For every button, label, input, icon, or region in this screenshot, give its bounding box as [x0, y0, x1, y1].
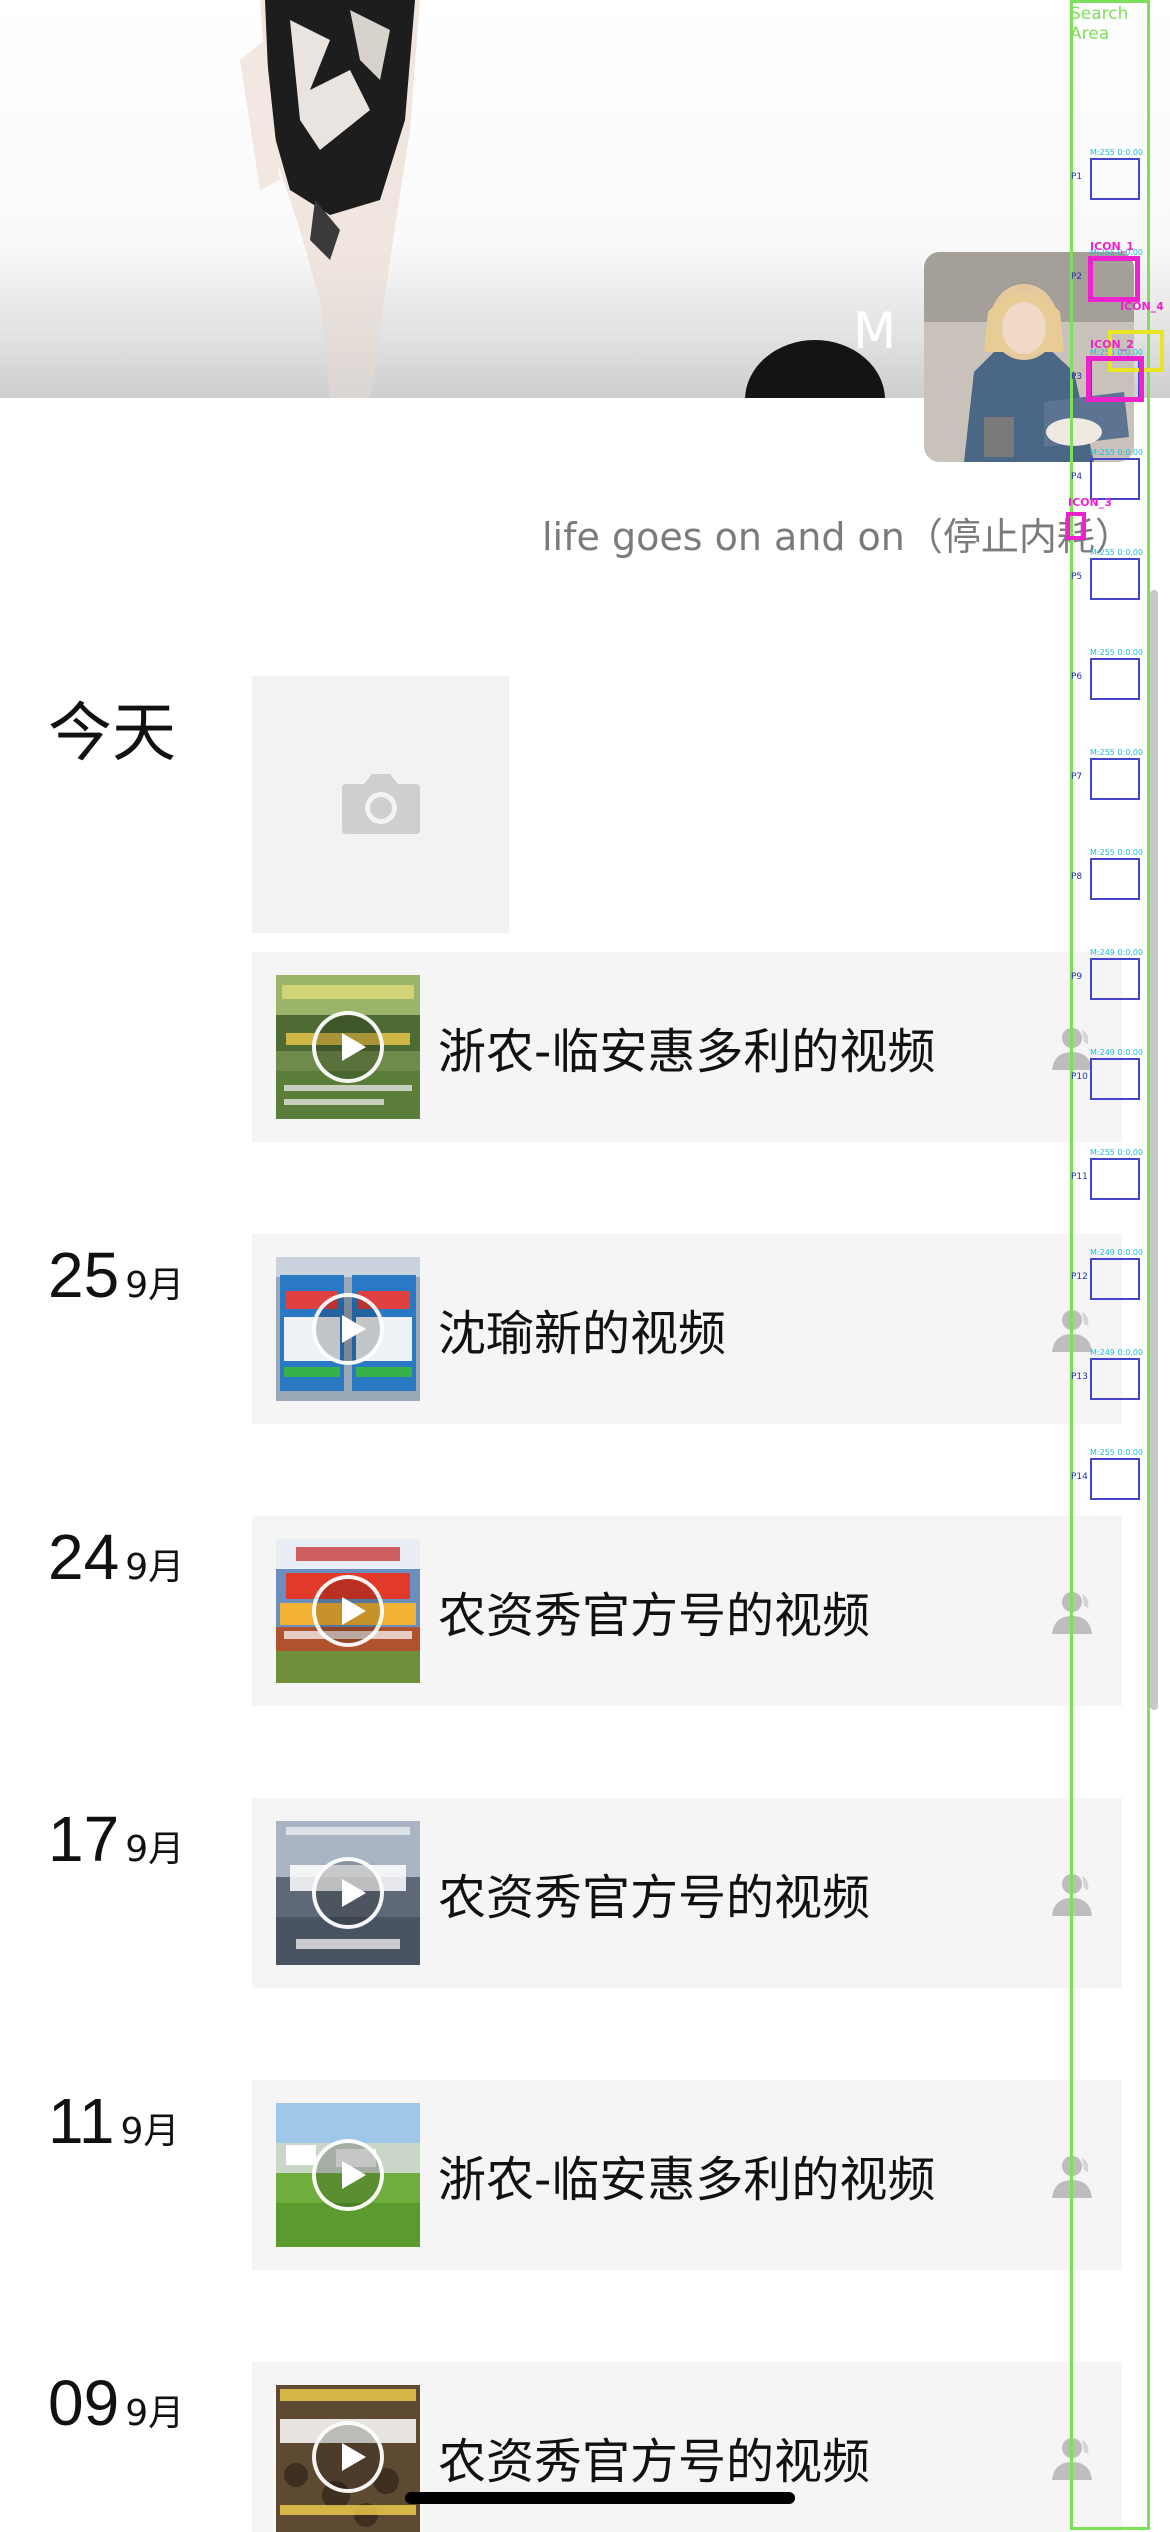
region-box — [1090, 458, 1140, 500]
region-metric: M:249 0:0.00 — [1090, 1248, 1144, 1257]
card-title: 农资秀官方号的视频 — [438, 1588, 871, 1644]
home-indicator[interactable] — [405, 2492, 795, 2504]
icon-detection-box — [1086, 356, 1144, 402]
region-box — [1090, 1258, 1140, 1300]
region-label: P11 — [1071, 1172, 1088, 1182]
video-thumbnail — [276, 975, 420, 1119]
video-thumbnail — [276, 1539, 420, 1683]
region-metric: M:249 0:0.00 — [1090, 1348, 1144, 1357]
profile-name[interactable]: M — [853, 302, 896, 360]
date-day: 24 — [48, 1521, 120, 1593]
region-metric: M:255 0:0.00 — [1090, 548, 1144, 557]
date-today: 今天 — [48, 697, 176, 771]
play-icon — [312, 1575, 384, 1647]
date-label: 09 9月 — [48, 2366, 184, 2440]
region-metric: M:255 0:0.00 — [1090, 648, 1144, 657]
region-metric: M:255 0:0.00 — [1090, 448, 1144, 457]
region-label: P9 — [1071, 972, 1083, 982]
date-month: 9月 — [125, 1547, 185, 1588]
region-metric: M:249 0:0.00 — [1090, 1048, 1144, 1057]
region-metric: M:249 0:0.00 — [1090, 948, 1144, 957]
feed-card-video[interactable]: 沈瑜新的视频 — [252, 1234, 1122, 1424]
icon-box-label: ICON_2 — [1090, 338, 1134, 351]
date-month: 9月 — [125, 1829, 185, 1870]
video-thumbnail — [276, 1257, 420, 1401]
card-title: 浙农-临安惠多利的视频 — [438, 2152, 936, 2208]
feed-card-video[interactable]: 农资秀官方号的视频 — [252, 1798, 1122, 1988]
region-label: P2 — [1071, 272, 1083, 282]
region-label: P13 — [1071, 1372, 1088, 1382]
video-thumbnail — [276, 2385, 420, 2532]
date-label: 11 9月 — [48, 2084, 179, 2158]
date-day: 09 — [48, 2367, 120, 2439]
region-box — [1090, 1458, 1140, 1500]
date-month: 9月 — [125, 1265, 185, 1306]
date-label: 17 9月 — [48, 1802, 184, 1876]
search-area-label: Search Area — [1070, 4, 1129, 44]
icon-box-label: ICON_4 — [1120, 300, 1164, 313]
region-label: P6 — [1071, 672, 1083, 682]
camera-icon — [342, 774, 420, 834]
play-icon — [312, 2139, 384, 2211]
region-box — [1090, 1358, 1140, 1400]
region-label: P3 — [1071, 372, 1083, 382]
feed-card-video[interactable]: 农资秀官方号的视频 — [252, 1516, 1122, 1706]
region-label: P8 — [1071, 872, 1083, 882]
icon-detection-box — [1066, 512, 1086, 540]
card-title: 浙农-临安惠多利的视频 — [438, 1024, 936, 1080]
feed-card-video[interactable]: 农资秀官方号的视频 — [252, 2362, 1122, 2532]
date-label: 25 9月 — [48, 1238, 184, 1312]
region-metric: M:255 0:0.00 — [1090, 848, 1144, 857]
region-box — [1090, 1058, 1140, 1100]
region-metric: M:255 0:0.00 — [1090, 1448, 1144, 1457]
date-month: 9月 — [125, 2393, 185, 2434]
video-thumbnail — [276, 2103, 420, 2247]
region-box — [1090, 858, 1140, 900]
region-box — [1090, 1158, 1140, 1200]
video-thumbnail — [276, 1821, 420, 1965]
profile-signature: life goes on and on（停止内耗） — [542, 515, 1133, 559]
date-day: 17 — [48, 1803, 120, 1875]
date-label: 24 9月 — [48, 1520, 184, 1594]
region-box — [1090, 658, 1140, 700]
region-label: P10 — [1071, 1072, 1088, 1082]
region-metric: M:255 0:0.00 — [1090, 148, 1144, 157]
date-day: 11 — [48, 2085, 115, 2157]
play-icon — [312, 1293, 384, 1365]
region-box — [1090, 758, 1140, 800]
icon-box-label: ICON_1 — [1090, 240, 1134, 253]
region-label: P4 — [1071, 472, 1083, 482]
play-icon — [312, 1011, 384, 1083]
card-title: 农资秀官方号的视频 — [438, 2434, 871, 2490]
date-day: 25 — [48, 1239, 120, 1311]
icon-detection-box — [1088, 256, 1140, 302]
play-icon — [312, 1857, 384, 1929]
region-label: P14 — [1071, 1472, 1088, 1482]
feed-card-video[interactable]: 浙农-临安惠多利的视频 — [252, 952, 1122, 1142]
region-label: P1 — [1071, 172, 1083, 182]
date-month: 9月 — [120, 2111, 180, 2152]
card-title: 沈瑜新的视频 — [438, 1306, 727, 1362]
feed-card-video[interactable]: 浙农-临安惠多利的视频 — [252, 2080, 1122, 2270]
region-box — [1090, 158, 1140, 200]
icon-box-label: ICON_3 — [1068, 496, 1112, 509]
region-box — [1090, 958, 1140, 1000]
scrollbar[interactable] — [1150, 590, 1158, 1710]
region-box — [1090, 558, 1140, 600]
region-metric: M:255 0:0.00 — [1090, 748, 1144, 757]
card-title: 农资秀官方号的视频 — [438, 1870, 871, 1926]
region-metric: M:255 0:0.00 — [1090, 1148, 1144, 1157]
region-label: P12 — [1071, 1272, 1088, 1282]
region-label: P7 — [1071, 772, 1083, 782]
region-label: P5 — [1071, 572, 1083, 582]
play-icon — [312, 2421, 384, 2493]
